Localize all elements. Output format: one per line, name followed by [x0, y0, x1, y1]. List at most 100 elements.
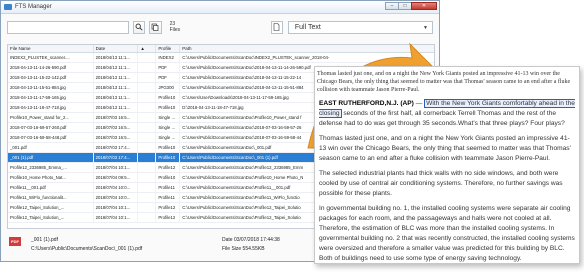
cell-date: 2018/07/03 17:4...	[94, 143, 139, 152]
cell-profile: Profile10	[156, 103, 181, 112]
preview-dash: —	[413, 100, 425, 107]
cell-profile: Profile10	[156, 143, 181, 152]
cell-profile: INDEX2	[156, 53, 181, 62]
cell-spacer	[138, 203, 157, 212]
cell-file-name: Profile12_2336985_Emma_...	[8, 163, 94, 172]
copy-button[interactable]	[149, 20, 162, 34]
close-button[interactable]: ✕	[411, 2, 437, 10]
cell-date: 2018/04/13 11:1...	[94, 93, 139, 102]
cell-spacer	[138, 63, 157, 72]
window-controls: – □ ✕	[385, 2, 437, 10]
cell-profile: Single ...	[156, 113, 181, 122]
cell-date: 2018/04/13 11:1...	[94, 103, 139, 112]
cell-spacer	[138, 123, 157, 132]
pdf-icon: PDF	[9, 237, 21, 246]
cell-date: 2018/07/03 17:4...	[94, 153, 139, 162]
cell-spacer	[138, 193, 157, 202]
cell-spacer	[138, 73, 157, 82]
cell-file-name: 2018-04-13-11-15-22-142.pdf	[8, 73, 94, 82]
cell-date: 2018/07/03 16:5...	[94, 113, 139, 122]
preview-paragraph-4: In governmental building no. 1, the inst…	[319, 205, 575, 262]
cell-spacer	[138, 133, 157, 142]
cell-file-name: _001.pdf	[8, 143, 94, 152]
cell-date: 2018/07/04 10:0...	[94, 183, 139, 192]
cell-file-name: 2018-07-03-16-59-57-260.pdf	[8, 123, 94, 132]
preview-body: EAST RUTHERFORD,N.J. (AP) — With the New…	[319, 99, 575, 263]
document-preview: Thomas lasted just one, and on a night t…	[314, 66, 580, 264]
status-date: Date 03/07/2018 17:44:38	[222, 237, 280, 243]
cell-file-name: 2018-07-03-16-59-58-448.pdf	[8, 133, 94, 142]
cell-spacer	[138, 113, 157, 122]
column-header-file-name[interactable]: File Name	[8, 45, 94, 52]
cell-file-name: Profile10_Home Photo_Nat...	[8, 173, 94, 182]
cell-profile: Single ...	[156, 133, 181, 142]
files-count: 23 Files	[169, 21, 181, 33]
cell-file-name: Profile11__001.pdf	[8, 183, 94, 192]
cell-date: 2018/04/13 11:1...	[94, 63, 139, 72]
cell-date: 2018/07/03 16:5...	[94, 123, 139, 132]
cell-profile: Profile10	[156, 93, 181, 102]
cell-file-name: Profile12_Taipei_Solution_...	[8, 203, 94, 212]
cell-date: 2018/07/04 10:1...	[94, 163, 139, 172]
cell-spacer	[138, 83, 157, 92]
cell-spacer	[138, 183, 157, 192]
status-file-path: C:\Users\Public\Documents\ScanDoc\_001 (…	[31, 246, 143, 252]
cell-file-name: 2018-04-13-11-17-59-165.jpg	[8, 93, 94, 102]
column-header-date[interactable]: Date	[94, 45, 139, 52]
column-header-sort[interactable]: ▲	[138, 45, 157, 52]
copy-icon	[152, 23, 159, 31]
cell-profile: Profile11	[156, 183, 181, 192]
preview-paragraph-1: EAST RUTHERFORD,N.J. (AP) — With the New…	[319, 99, 575, 129]
cell-date: 2018/07/04 09:5...	[94, 173, 139, 182]
cell-date: 2018/04/13 11:1...	[94, 83, 139, 92]
cell-profile: JPG300	[156, 83, 181, 92]
document-icon	[273, 23, 280, 31]
cell-spacer	[138, 143, 157, 152]
cell-date: 2018/07/04 10:1...	[94, 213, 139, 222]
column-header-profile[interactable]: Profile	[156, 45, 181, 52]
cell-spacer	[138, 93, 157, 102]
cell-file-name: Profile10_Power_stand for_2...	[8, 113, 94, 122]
preview-paragraph-3: The selected industrial plants had thick…	[319, 170, 563, 197]
cell-date: 2018/04/13 11:1...	[94, 53, 139, 62]
preview-paragraph-1-rest: seconds of the first half, all cornerbac…	[319, 110, 565, 127]
cell-spacer	[138, 103, 157, 112]
search-icon	[135, 23, 143, 31]
cell-profile: Profile11	[156, 193, 181, 202]
window-title: FTS Manager	[15, 4, 52, 10]
cell-spacer	[138, 173, 157, 182]
cell-profile: Profile12	[156, 163, 181, 172]
cell-file-name: 2018-04-13-11-18-47-718.jpg	[8, 103, 94, 112]
cell-spacer	[138, 163, 157, 172]
status-file-name: _001 (1).pdf	[31, 237, 58, 243]
title-bar: FTS Manager – □ ✕	[1, 1, 439, 14]
maximize-button[interactable]: □	[398, 2, 412, 10]
search-button[interactable]	[133, 20, 146, 34]
cell-date: 2018/07/04 10:1...	[94, 203, 139, 212]
preview-dateline: EAST RUTHERFORD,N.J. (AP)	[319, 100, 414, 107]
cell-spacer	[138, 213, 157, 222]
cell-file-name: Profile12_Taipei_Solution_...	[8, 213, 94, 222]
cell-profile: Single ...	[156, 123, 181, 132]
cell-profile: Profile12	[156, 203, 181, 212]
cell-date: 2018/07/04 10:0...	[94, 193, 139, 202]
cell-file-name: 2018-04-13-11-15-51-884.jpg	[8, 83, 94, 92]
cell-spacer	[138, 53, 157, 62]
cell-file-name: _001 (1).pdf	[8, 153, 94, 162]
cell-profile: Profile10	[156, 173, 181, 182]
cell-profile: PDF	[156, 63, 181, 72]
minimize-button[interactable]: –	[385, 2, 399, 10]
cell-file-name: Profile11_WiFlo_functionalit...	[8, 193, 94, 202]
document-view-button[interactable]	[270, 20, 283, 34]
status-file-size: File Size 554.55KB	[222, 246, 265, 252]
cell-date: 2018/07/03 16:5...	[94, 133, 139, 142]
preview-paragraph-2: Thomas lasted just one, and on a night t…	[319, 135, 571, 162]
cell-date: 2018/04/13 11:1...	[94, 73, 139, 82]
cell-file-name: 2018-04-13-11-14-26-590.pdf	[8, 63, 94, 72]
cell-profile: Profile10	[156, 153, 181, 162]
cell-profile: Profile12	[156, 213, 181, 222]
cell-profile: PDF	[156, 73, 181, 82]
preview-header-text: Thomas lasted just one, and on a night t…	[317, 71, 571, 93]
search-input[interactable]	[7, 20, 129, 34]
cell-spacer	[138, 153, 157, 162]
